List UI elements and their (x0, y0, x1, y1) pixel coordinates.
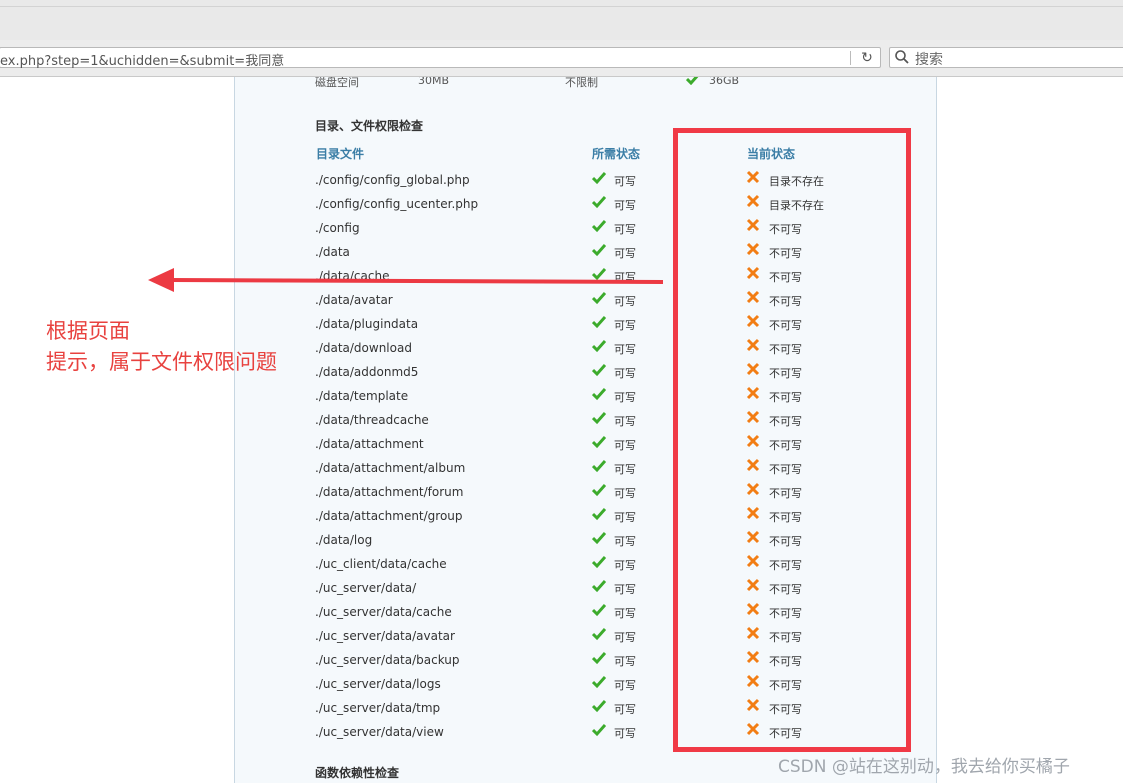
annotation-line-2: 提示，属于文件权限问题 (46, 350, 277, 374)
row-path: ./data/threadcache (315, 413, 429, 427)
check-icon (592, 292, 606, 305)
row-path: ./data/avatar (315, 293, 393, 307)
row-required: 可写 (614, 535, 636, 548)
check-icon (592, 460, 606, 473)
row-path: ./data/addonmd5 (315, 365, 419, 379)
reload-icon[interactable]: ↻ (858, 49, 876, 67)
row-path: ./data/template (315, 389, 409, 403)
row-path: ./uc_client/data/cache (315, 557, 447, 571)
row-required: 可写 (614, 679, 636, 692)
row-required: 可写 (614, 559, 636, 572)
row-path: ./uc_server/data/backup (315, 653, 460, 667)
search-placeholder: 搜索 (915, 52, 943, 68)
row-path: ./data/log (315, 533, 373, 547)
disk-label: 磁盘空间 (315, 77, 359, 89)
browser-toolbar (0, 0, 1123, 41)
address-bar[interactable]: ex.php?step=1&uchidden=&submit=我同意 ↻ (0, 47, 881, 69)
check-icon (592, 700, 606, 713)
check-icon (592, 724, 606, 737)
row-path: ./data/attachment/forum (315, 485, 464, 499)
row-path: ./uc_server/data/tmp (315, 701, 441, 715)
function-check-title: 函数依赖性检查 (315, 766, 400, 780)
navigation-bar: ex.php?step=1&uchidden=&submit=我同意 ↻ 搜索 (0, 40, 1123, 77)
check-icon (592, 220, 606, 233)
row-path: ./data/attachment (315, 437, 424, 451)
watermark: CSDN @站在这别动，我去给你买橘子 (778, 757, 1070, 777)
disk-current: 36GB (709, 77, 740, 87)
permission-check-title: 目录、文件权限检查 (315, 119, 424, 133)
row-path: ./data (315, 245, 350, 259)
check-icon (592, 604, 606, 617)
check-icon (686, 77, 699, 85)
annotation-text: 根据页面 提示，属于文件权限问题 (46, 316, 277, 378)
row-required: 可写 (614, 607, 636, 620)
check-icon (592, 412, 606, 425)
check-icon (592, 244, 606, 257)
row-path: ./uc_server/data/logs (315, 677, 441, 691)
check-icon (592, 556, 606, 569)
row-required: 可写 (614, 199, 636, 212)
check-icon (592, 436, 606, 449)
col-header-file: 目录文件 (316, 147, 365, 161)
row-required: 可写 (614, 703, 636, 716)
check-icon (592, 652, 606, 665)
row-path: ./data/plugindata (315, 317, 419, 331)
row-required: 可写 (614, 367, 636, 380)
disk-required: 30MB (418, 77, 450, 87)
row-required: 可写 (614, 247, 636, 260)
row-path: ./config/config_ucenter.php (315, 197, 479, 211)
check-icon (592, 628, 606, 641)
check-icon (592, 316, 606, 329)
row-required: 可写 (614, 175, 636, 188)
row-required: 可写 (614, 511, 636, 524)
check-icon (592, 580, 606, 593)
disk-best: 不限制 (565, 77, 598, 89)
check-icon (592, 268, 606, 281)
row-required: 可写 (614, 343, 636, 356)
row-required: 可写 (614, 487, 636, 500)
check-icon (592, 532, 606, 545)
row-path: ./data/attachment/album (315, 461, 466, 475)
row-path: ./data/cache (315, 269, 390, 283)
row-path: ./uc_server/data/avatar (315, 629, 455, 643)
address-bar-divider (850, 51, 851, 65)
row-path: ./uc_server/data/view (315, 725, 444, 739)
search-icon (895, 50, 909, 64)
row-required: 可写 (614, 439, 636, 452)
highlight-box (673, 128, 911, 752)
row-required: 可写 (614, 223, 636, 236)
row-path: ./data/attachment/group (315, 509, 463, 523)
check-icon (592, 364, 606, 377)
row-path: ./config/config_global.php (315, 173, 470, 187)
check-icon (592, 172, 606, 185)
row-required: 可写 (614, 631, 636, 644)
row-required: 可写 (614, 271, 636, 284)
row-required: 可写 (614, 391, 636, 404)
row-required: 可写 (614, 415, 636, 428)
check-icon (592, 388, 606, 401)
address-bar-url: ex.php?step=1&uchidden=&submit=我同意 (0, 54, 285, 69)
row-required: 可写 (614, 655, 636, 668)
row-required: 可写 (614, 583, 636, 596)
row-required: 可写 (614, 727, 636, 740)
check-icon (592, 676, 606, 689)
check-icon (592, 196, 606, 209)
row-path: ./uc_server/data/cache (315, 605, 452, 619)
row-required: 可写 (614, 295, 636, 308)
row-required: 可写 (614, 463, 636, 476)
disk-space-row: 磁盘空间 30MB 不限制 36GB (315, 77, 915, 89)
row-path: ./data/download (315, 341, 412, 355)
col-header-required: 所需状态 (592, 147, 641, 161)
row-path: ./uc_server/data/ (315, 581, 417, 595)
search-input[interactable]: 搜索 (889, 47, 1123, 68)
check-icon (592, 508, 606, 521)
annotation-line-1: 根据页面 (46, 319, 130, 343)
check-icon (592, 340, 606, 353)
row-required: 可写 (614, 319, 636, 332)
row-path: ./config (315, 221, 360, 235)
check-icon (592, 484, 606, 497)
